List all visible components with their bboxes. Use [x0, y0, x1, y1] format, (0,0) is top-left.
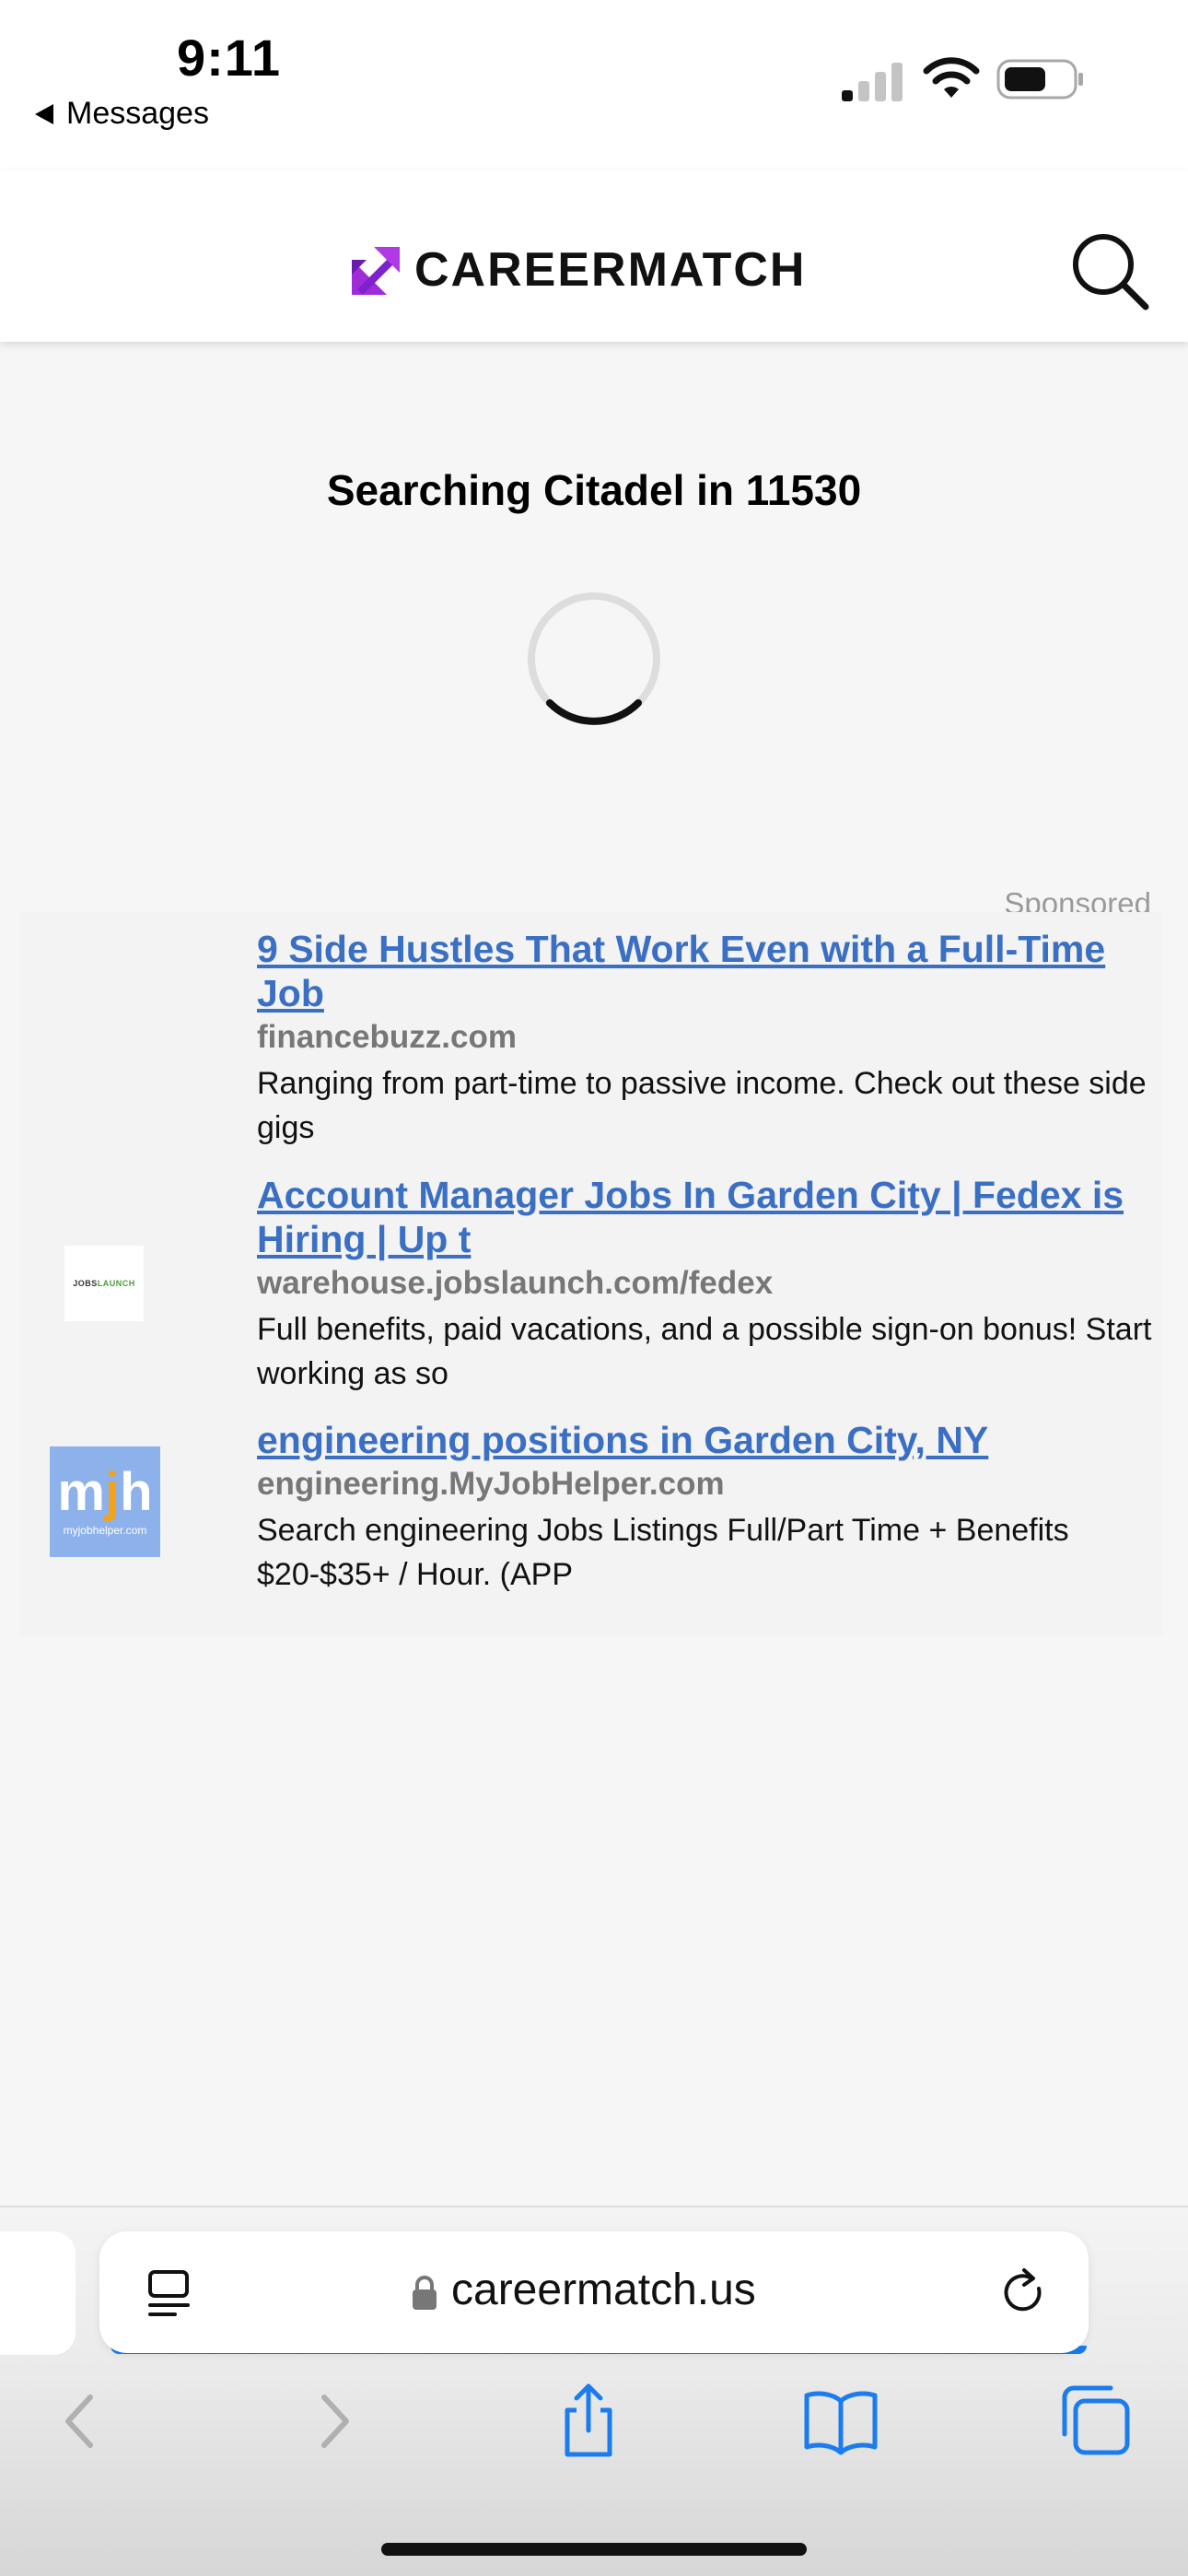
address-bar[interactable]: careermatch.us: [99, 2231, 1089, 2353]
cellular-signal-icon: [842, 63, 903, 101]
search-icon[interactable]: [1068, 229, 1151, 312]
lock-icon: [413, 2276, 437, 2310]
logo-arrow-icon: [352, 247, 400, 295]
ad-title-link[interactable]: 9 Side Hustles That Work Even with a Ful…: [257, 927, 1159, 1015]
searching-status-title: Searching Citadel in 11530: [326, 466, 862, 514]
url-text: careermatch.us: [451, 2266, 756, 2314]
reload-icon[interactable]: [998, 2266, 1050, 2318]
careermatch-logo[interactable]: CAREERMATCH: [348, 242, 806, 298]
status-bar: 9:11 Messages: [0, 0, 1188, 170]
back-to-messages-link[interactable]: Messages: [35, 96, 209, 132]
thumbnail-logo-text: JOBSLAUNCH: [73, 1279, 135, 1288]
ad-description: Full benefits, paid vacations, and a pos…: [257, 1312, 1152, 1391]
ad-title-link[interactable]: engineering positions in Garden City, NY: [257, 1418, 1159, 1462]
back-app-label: Messages: [66, 96, 209, 131]
forward-icon[interactable]: [295, 2379, 378, 2462]
thumbnail-logo-text: mjh: [57, 1462, 153, 1522]
ad-description: Search engineering Jobs Listings Full/Pa…: [257, 1513, 1069, 1592]
sponsored-ads-box: 9 Side Hustles That Work Even with a Ful…: [20, 912, 1162, 1635]
myjobhelper-logo-thumbnail[interactable]: mjh myjobhelper.com: [50, 1446, 160, 1557]
bookmarks-icon[interactable]: [799, 2379, 882, 2462]
wifi-icon: [923, 57, 980, 98]
battery-icon: [996, 59, 1083, 100]
ad-domain: engineering.MyJobHelper.com: [257, 1466, 725, 1502]
page-menu-icon[interactable]: [146, 2268, 195, 2318]
loading-spinner-icon: [528, 592, 660, 725]
status-time: 9:11: [177, 29, 281, 87]
jobslaunch-logo-thumbnail[interactable]: JOBSLAUNCH: [64, 1246, 144, 1321]
back-triangle-icon: [35, 103, 53, 124]
thumbnail-logo-subtext: myjobhelper.com: [63, 1524, 147, 1537]
home-indicator[interactable]: [381, 2543, 807, 2556]
share-icon[interactable]: [547, 2379, 630, 2462]
safari-bottom-bar: careermatch.us: [0, 2206, 1188, 2576]
tabs-icon[interactable]: [1054, 2379, 1136, 2462]
ad-description: Ranging from part-time to passive income…: [257, 1066, 1147, 1145]
ad-domain: warehouse.jobslaunch.com/fedex: [257, 1265, 774, 1301]
site-header: CAREERMATCH: [0, 170, 1188, 342]
previous-tab-preview[interactable]: [0, 2231, 76, 2355]
logo-text: CAREERMATCH: [414, 243, 807, 297]
ad-domain: financebuzz.com: [257, 1019, 517, 1055]
back-icon[interactable]: [37, 2379, 120, 2462]
ad-title-link[interactable]: Account Manager Jobs In Garden City | Fe…: [257, 1173, 1159, 1261]
